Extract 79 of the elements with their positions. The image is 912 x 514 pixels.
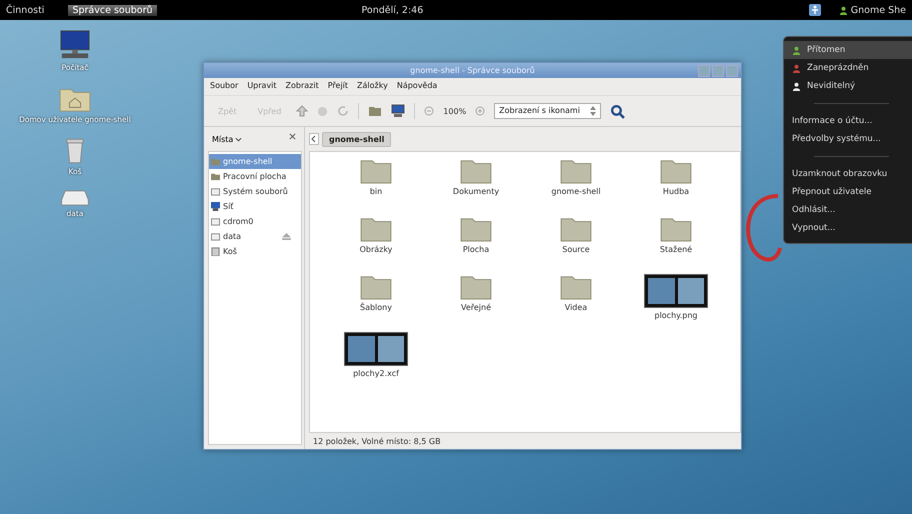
folder-icon[interactable] (560, 158, 592, 184)
menu-item[interactable]: Informace o účtu... (784, 112, 912, 130)
person-icon (838, 6, 848, 14)
menu-item[interactable]: Vypnout... (784, 219, 912, 237)
image-thumbnail[interactable] (644, 274, 708, 308)
folder-icon[interactable] (560, 274, 592, 300)
file-name[interactable]: Obrázky (360, 245, 392, 254)
status-menu-item[interactable]: Přítomen (784, 41, 912, 59)
folder-icon[interactable] (360, 274, 392, 300)
folder-icon[interactable] (560, 216, 592, 242)
clock[interactable]: Pondělí, 2:46 (362, 4, 424, 16)
menu-item[interactable]: Soubor (210, 81, 238, 92)
file-name[interactable]: plochy.png (654, 311, 698, 320)
window-title: gnome-shell - Správce souborů (410, 66, 535, 75)
sidebar-item[interactable]: Síť (209, 199, 301, 214)
folder-icon[interactable] (660, 158, 692, 184)
spinner-arrows-icon (590, 106, 596, 116)
status-text: 12 položek, Volné místo: 8,5 GB (313, 436, 441, 446)
folder-icon[interactable] (368, 105, 382, 117)
sidebar-places-dropdown[interactable]: Místa (212, 133, 242, 145)
file-name[interactable]: Dokumenty (452, 187, 500, 196)
path-button[interactable]: gnome-shell (322, 132, 392, 146)
status-menu-item[interactable]: Neviditelný (784, 77, 912, 95)
up-arrow-icon[interactable] (296, 105, 308, 117)
view-select[interactable]: Zobrazení s ikonami (494, 103, 601, 119)
accessibility-icon[interactable] (808, 4, 821, 16)
file-name[interactable]: Videa (564, 303, 588, 312)
menu-item[interactable]: Odhlásit... (784, 201, 912, 219)
person-icon (792, 46, 801, 54)
sidebar-item[interactable]: Koš (209, 244, 301, 259)
zoom-in-icon[interactable] (475, 106, 486, 116)
trash-icon (211, 247, 220, 256)
folder-icon[interactable] (460, 158, 492, 184)
computer-icon[interactable] (391, 104, 406, 118)
folder-icon[interactable] (460, 216, 492, 242)
computer-icon[interactable] (58, 30, 92, 60)
folder-icon[interactable] (460, 274, 492, 300)
zoom-level: 100% (443, 106, 466, 116)
person-icon (792, 82, 801, 90)
folder-icon[interactable] (660, 216, 692, 242)
eject-icon[interactable] (282, 233, 291, 240)
computer-icon (211, 202, 220, 211)
folder-icon[interactable] (360, 216, 392, 242)
menu-item[interactable]: Uzamknout obrazovku (784, 165, 912, 183)
menu-item[interactable]: Přejít (328, 81, 348, 92)
file-name[interactable]: plochy2.xcf (353, 369, 399, 378)
search-icon[interactable] (610, 104, 625, 118)
file-name[interactable]: Veřejné (460, 303, 492, 312)
file-name[interactable]: Stažené (660, 245, 692, 254)
drive-icon (211, 187, 220, 196)
drive-icon[interactable] (60, 190, 90, 206)
file-name[interactable]: Source (562, 245, 590, 254)
chevron-down-icon (235, 136, 242, 142)
scroll-left-button[interactable] (309, 133, 319, 145)
file-name[interactable]: Plocha (462, 245, 490, 254)
file-name[interactable]: Hudba (662, 187, 690, 196)
file-name[interactable]: gnome-shell (551, 187, 601, 196)
trash-icon[interactable] (66, 138, 84, 164)
app-menu-button[interactable]: Správce souborů (68, 4, 157, 16)
sidebar-item[interactable]: Pracovní plocha (209, 169, 301, 184)
file-name[interactable]: Šablony (360, 303, 392, 312)
menu-item[interactable]: Přepnout uživatele (784, 183, 912, 201)
user-menu-button[interactable]: Gnome She (830, 4, 906, 16)
status-menu-item[interactable]: Zaneprázdněn (784, 59, 912, 77)
folder-icon[interactable] (360, 158, 392, 184)
file-name[interactable]: bin (370, 187, 382, 196)
activities-button[interactable]: Činnosti (6, 4, 58, 16)
menu-item[interactable]: Předvolby systému... (784, 130, 912, 148)
person-icon (792, 64, 801, 72)
menu-item[interactable]: Nápověda (396, 81, 438, 92)
menu-item[interactable]: Upravit (247, 81, 277, 92)
close-icon[interactable] (289, 133, 296, 140)
menu-item[interactable]: Záložky (357, 81, 388, 92)
menu-item[interactable]: Zobrazit (286, 81, 319, 92)
sidebar-item[interactable]: Systém souborů (209, 184, 301, 199)
sidebar-item[interactable]: data (209, 229, 301, 244)
image-thumbnail[interactable] (344, 332, 408, 366)
zoom-out-icon[interactable] (424, 106, 434, 116)
sidebar-item[interactable]: cdrom0 (209, 214, 301, 229)
